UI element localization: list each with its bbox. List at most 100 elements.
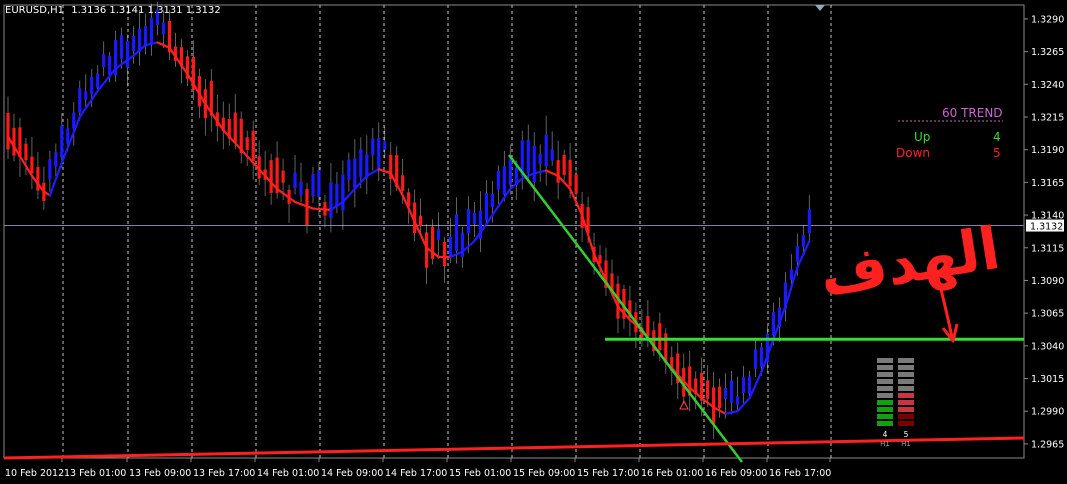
- strength-bar-down: [898, 407, 914, 412]
- moving-average-segment: [533, 169, 548, 175]
- strength-meter: 4H15H1: [877, 358, 914, 448]
- candle-body: [526, 139, 530, 174]
- candle-body: [550, 149, 554, 161]
- moving-average-segment: [473, 213, 494, 243]
- candle-body: [568, 159, 572, 187]
- descending-trendline: [508, 154, 743, 463]
- moving-average-segment: [258, 168, 279, 191]
- strength-bar-down: [898, 414, 914, 419]
- candle-body: [293, 172, 297, 189]
- strength-down-timeframe: H1: [901, 440, 911, 448]
- strength-bar-down: [898, 372, 914, 377]
- candle-body: [72, 112, 76, 129]
- candle-body: [490, 193, 494, 208]
- candle-body: [245, 137, 249, 150]
- strength-up-timeframe: H1: [880, 440, 890, 448]
- quote-label: 1.3136 1.3141 1.3131 1.3132: [71, 5, 221, 16]
- current-price-label: 1.3132: [1030, 222, 1063, 233]
- candle-body: [448, 236, 453, 258]
- candle-body: [341, 174, 345, 211]
- moving-average-segment: [293, 200, 315, 210]
- strength-bar-down: [898, 421, 914, 426]
- price-chart[interactable]: 10 Feb 2012 13 Feb 01:00 13 Feb 09:00 13 Fe…: [0, 0, 1067, 484]
- candle-body: [233, 112, 237, 143]
- candle-body: [425, 232, 429, 268]
- candle-body: [508, 158, 512, 185]
- strength-down-count: 5: [904, 430, 909, 439]
- x-tick-label: 13 Feb 09:00: [129, 468, 191, 479]
- x-tick-label: 15 Feb 09:00: [513, 468, 575, 479]
- candle-body: [281, 170, 285, 183]
- candle-body: [48, 159, 52, 180]
- strength-bar-up: [877, 421, 893, 426]
- candle-body: [538, 153, 542, 164]
- strength-bar-up: [877, 379, 893, 384]
- candle-body: [646, 316, 650, 337]
- candle-body: [108, 56, 112, 75]
- candle-body: [299, 181, 303, 196]
- candle-body: [102, 54, 106, 68]
- strength-bar-down: [898, 393, 914, 398]
- trend-title: 60 TREND: [942, 106, 1003, 120]
- y-tick-label: 1.2990: [1031, 407, 1064, 418]
- y-tick-label: 1.3165: [1031, 178, 1064, 189]
- candle-body: [706, 380, 710, 399]
- y-tick-label: 1.3290: [1031, 14, 1064, 25]
- y-tick-label: 1.3090: [1031, 276, 1064, 287]
- candle-body: [120, 35, 124, 59]
- candle-body: [735, 396, 740, 405]
- candle-body: [401, 175, 405, 191]
- candle-body: [36, 167, 40, 191]
- support-line: [3, 436, 1025, 460]
- y-tick-label: 1.3040: [1031, 341, 1064, 352]
- x-tick-label: 16 Feb 01:00: [641, 468, 703, 479]
- candle-body: [329, 182, 333, 219]
- candle-body: [801, 235, 805, 247]
- moving-average-segment: [114, 54, 135, 70]
- candle-body: [472, 212, 477, 224]
- strength-up-count: 4: [883, 430, 888, 439]
- candle-body: [484, 193, 488, 221]
- candle-body: [454, 214, 459, 251]
- strength-bar-down: [898, 358, 914, 363]
- candle-body: [131, 35, 136, 52]
- x-tick-label: 14 Feb 09:00: [321, 468, 383, 479]
- x-tick-label: 10 Feb 2012: [5, 468, 64, 479]
- candle-body: [598, 255, 602, 264]
- scroll-marker-icon: [815, 5, 825, 11]
- candle-body: [66, 128, 70, 144]
- candle-body: [383, 141, 387, 150]
- y-tick-label: 1.3265: [1031, 47, 1064, 58]
- candle-body: [496, 171, 500, 190]
- strength-bar-up: [877, 393, 893, 398]
- chart-title: EURUSD,H1 1.3136 1.3141 1.3131 1.3132: [5, 5, 225, 16]
- trend-up-value: 4: [993, 130, 1001, 144]
- candle-body: [753, 349, 758, 369]
- candle-body: [795, 245, 799, 262]
- candle-body: [251, 130, 255, 162]
- moving-average-segment: [724, 410, 739, 415]
- x-tick-label: 13 Feb 17:00: [193, 468, 255, 479]
- chart-window[interactable]: 10 Feb 2012 13 Feb 01:00 13 Feb 09:00 13 Fe…: [0, 0, 1067, 484]
- candles-group: [6, 1, 811, 439]
- candle-body: [562, 154, 566, 175]
- x-tick-label: 14 Feb 17:00: [385, 468, 447, 479]
- trend-down-value: 5: [993, 146, 1001, 160]
- y-tick-label: 1.3240: [1031, 80, 1064, 91]
- x-tick-label: 16 Feb 17:00: [769, 468, 831, 479]
- y-tick-label: 1.3190: [1031, 145, 1064, 156]
- strength-bar-up: [877, 372, 893, 377]
- candle-body: [556, 160, 560, 183]
- moving-average-segment: [168, 46, 189, 75]
- candle-body: [317, 170, 321, 197]
- moving-average-segment: [311, 207, 333, 211]
- candle-body: [60, 125, 64, 158]
- y-tick-label: 1.3065: [1031, 309, 1064, 320]
- candle-body: [436, 228, 441, 240]
- candle-body: [126, 40, 130, 68]
- moving-average-segment: [78, 89, 99, 119]
- candle-body: [371, 138, 375, 156]
- candle-body: [771, 311, 776, 336]
- y-tick-label: 1.2965: [1031, 439, 1064, 450]
- candle-body: [718, 386, 722, 409]
